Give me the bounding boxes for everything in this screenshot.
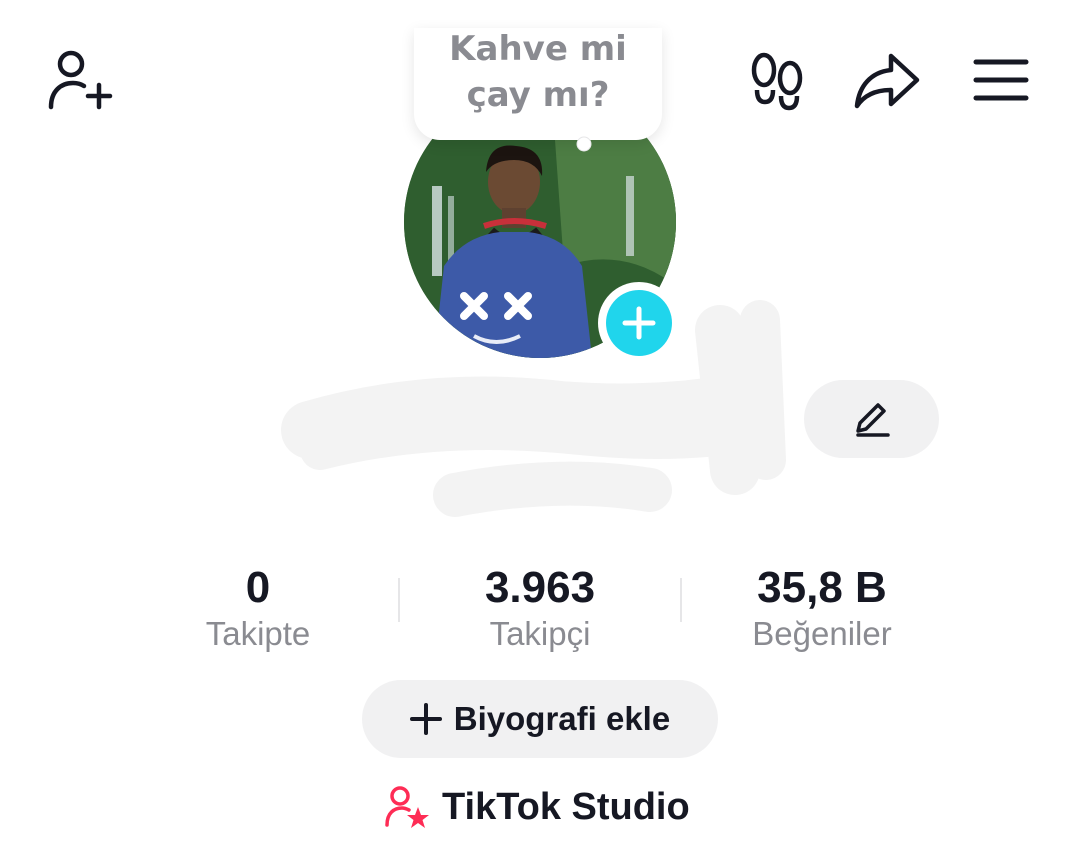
stat-likes[interactable]: 35,8 B Beğeniler [702,562,942,654]
following-count: 0 [245,563,271,612]
footprints-icon [751,52,803,111]
add-story-button[interactable] [598,282,680,364]
add-friend-button[interactable] [40,44,116,116]
pencil-icon [855,403,890,437]
note-bubble[interactable]: Kahve mi çay mı? [414,28,662,140]
stat-followers[interactable]: 3.963 Takipçi [420,562,660,654]
note-text: Kahve mi çay mı? [414,28,662,118]
hamburger-menu-icon [973,59,1029,101]
note-line-2: çay mı? [466,75,610,115]
tiktok-studio-link[interactable]: TikTok Studio [384,782,690,832]
followers-label: Takipçi [489,615,591,652]
stat-divider [680,578,682,622]
note-line-1: Kahve mi [449,29,627,69]
likes-count: 35,8 B [757,563,887,612]
stat-following[interactable]: 0 Takipte [138,562,378,654]
following-label: Takipte [205,615,311,652]
person-plus-icon [48,50,113,110]
menu-button[interactable] [970,52,1032,108]
footprints-button[interactable] [744,48,810,114]
share-button[interactable] [852,48,922,114]
likes-label: Beğeniler [752,615,892,652]
share-arrow-icon [854,53,920,109]
followers-count: 3.963 [484,563,596,612]
add-bio-label: Biyografi ekle [453,700,671,737]
plus-icon [622,306,656,340]
plus-icon [409,703,442,735]
person-star-icon [385,786,429,828]
tiktok-studio-label: TikTok Studio [442,785,690,828]
add-bio-button[interactable]: Biyografi ekle [362,680,718,758]
note-tail [576,136,592,152]
edit-profile-button[interactable] [804,380,939,458]
stat-divider [398,578,400,622]
